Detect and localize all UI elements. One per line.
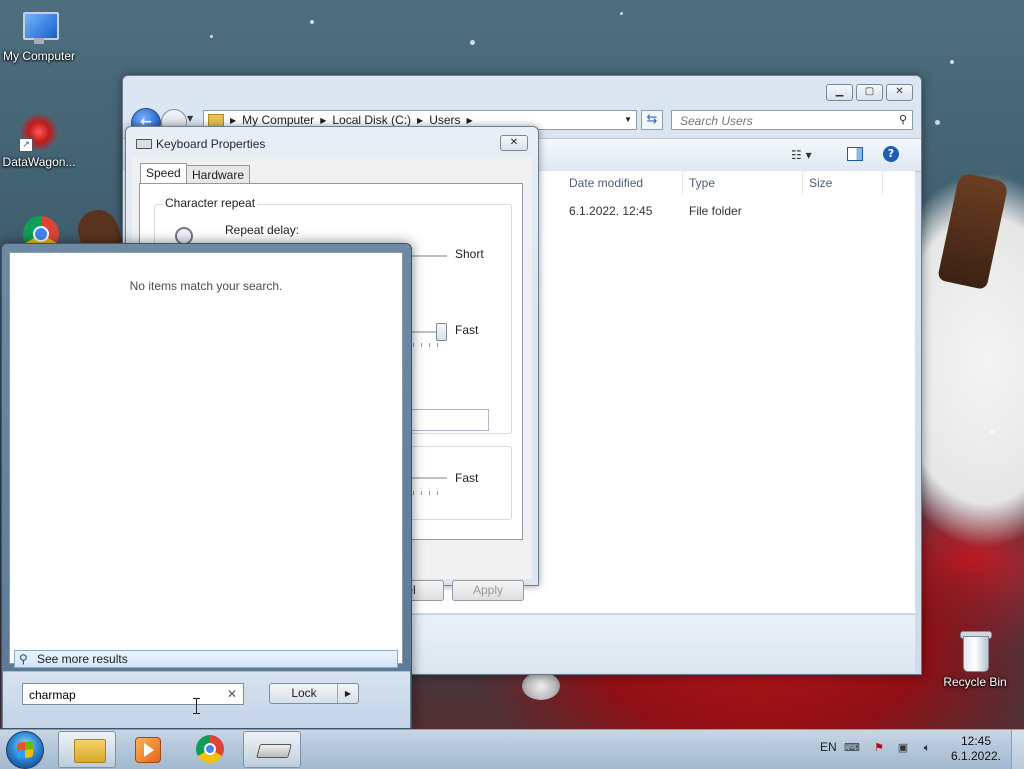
chevron-right-icon[interactable]: ▶ (467, 116, 473, 125)
minimize-button[interactable]: ▁ (826, 84, 853, 101)
tab-speed[interactable]: Speed (140, 163, 187, 183)
repeat-rate-thumb[interactable] (436, 323, 447, 341)
explorer-search-box[interactable]: ⚲ (671, 110, 913, 130)
breadcrumb-my-computer[interactable]: My Computer (242, 113, 314, 127)
search-icon: ⚲ (19, 652, 28, 666)
see-more-results-link[interactable]: ⚲ See more results (14, 650, 398, 668)
desktop-icon-datawagon[interactable]: ↗ DataWagon... (0, 112, 78, 169)
desktop-icon-recycle-bin[interactable]: Recycle Bin (936, 630, 1014, 689)
fast-label: Fast (455, 323, 479, 337)
show-desktop-button[interactable] (1011, 730, 1024, 769)
taskbar: EN ⌨ ⚑ ▣ 🔈︎ 12:45 6.1.2022. (0, 729, 1024, 769)
repeat-test-input[interactable] (399, 409, 489, 431)
clear-search-icon[interactable]: ✕ (227, 687, 237, 701)
maximize-button[interactable]: ▢ (856, 84, 883, 101)
taskbar-keyboard[interactable] (243, 731, 301, 768)
repeat-delay-label: Repeat delay: (225, 223, 300, 237)
explorer-search-input[interactable] (678, 112, 882, 130)
breadcrumb-local-disk[interactable]: Local Disk (C:) (332, 113, 411, 127)
start-menu-footer: ✕ Lock ▶ (3, 671, 410, 728)
address-dropdown-icon[interactable]: ▼ (624, 115, 632, 124)
preview-pane-icon[interactable] (847, 147, 863, 161)
keyboard-icon (136, 139, 152, 149)
volume-icon[interactable]: 🔈︎ (920, 742, 934, 754)
taskbar-explorer[interactable] (58, 731, 116, 768)
start-search-box[interactable]: ✕ (22, 683, 244, 714)
clock-date: 6.1.2022. (950, 749, 1002, 763)
computer-icon (19, 10, 59, 46)
text-cursor-icon (193, 698, 201, 714)
media-player-icon (135, 737, 161, 763)
taskbar-chrome[interactable] (181, 731, 239, 768)
background-button (522, 672, 560, 700)
folder-icon (74, 739, 106, 763)
start-menu[interactable]: No items match your search. ⚲ See more r… (1, 243, 412, 729)
close-button[interactable]: ✕ (886, 84, 913, 101)
column-date-modified[interactable]: Date modified (563, 171, 683, 195)
no-results-message: No items match your search. (129, 279, 283, 293)
dialog-title: Keyboard Properties (156, 137, 266, 151)
taskbar-media-player[interactable] (118, 731, 176, 768)
help-icon[interactable]: ? (883, 146, 899, 162)
keyboard-icon (256, 744, 292, 758)
search-icon[interactable]: ⚲ (899, 113, 907, 126)
window-controls: ▁ ▢ ✕ (826, 84, 913, 101)
apply-button[interactable]: Apply (452, 580, 524, 601)
short-label: Short (455, 247, 484, 261)
datawagon-shortcut-icon: ↗ (19, 112, 59, 152)
lock-button[interactable]: Lock ▶ (269, 683, 359, 704)
network-icon[interactable]: ▣ (896, 742, 910, 754)
row-type[interactable]: File folder (689, 204, 742, 218)
see-more-label: See more results (37, 652, 128, 666)
search-results-pane: No items match your search. (9, 252, 403, 664)
row-date[interactable]: 6.1.2022. 12:45 (569, 204, 652, 218)
lock-label: Lock (291, 686, 317, 700)
chevron-right-icon[interactable]: ▶ (320, 116, 326, 125)
clock[interactable]: 12:45 6.1.2022. (942, 734, 1010, 764)
language-indicator[interactable]: EN (820, 740, 837, 754)
keyboard-layout-icon[interactable]: ⌨ (844, 742, 860, 754)
folder-icon (208, 113, 224, 127)
tab-hardware[interactable]: Hardware (186, 165, 251, 183)
chevron-right-icon[interactable]: ▶ (417, 116, 423, 125)
desktop-icon-label: Recycle Bin (943, 675, 1007, 689)
breadcrumb-users[interactable]: Users (429, 113, 460, 127)
column-type[interactable]: Type (683, 171, 803, 195)
start-button[interactable] (6, 731, 44, 769)
desktop-icon-label: My Computer (2, 49, 76, 63)
system-tray: EN ⌨ ⚑ ▣ 🔈︎ 12:45 6.1.2022. (812, 730, 1024, 769)
chrome-icon (196, 735, 224, 763)
windows-logo-icon (17, 741, 33, 759)
desktop-icon-my-computer[interactable]: My Computer (0, 10, 78, 63)
dialog-close-button[interactable]: ✕ (500, 135, 528, 151)
history-dropdown-icon[interactable]: ▼ (187, 114, 193, 123)
fast-label: Fast (455, 471, 479, 485)
shutdown-options-arrow-icon[interactable]: ▶ (337, 684, 358, 703)
chevron-right-icon[interactable]: ▶ (230, 116, 236, 125)
column-size[interactable]: Size (803, 171, 883, 195)
action-center-icon[interactable]: ⚑ (872, 742, 886, 754)
desktop-icon-label: DataWagon... (2, 155, 76, 169)
refresh-button[interactable]: ⇆ (641, 110, 663, 130)
background-antler (937, 172, 1009, 290)
group-label: Character repeat (163, 196, 258, 210)
recycle-bin-icon (959, 630, 992, 672)
view-options-icon[interactable]: ☷ ▾ (791, 148, 812, 162)
clock-time: 12:45 (960, 734, 992, 748)
